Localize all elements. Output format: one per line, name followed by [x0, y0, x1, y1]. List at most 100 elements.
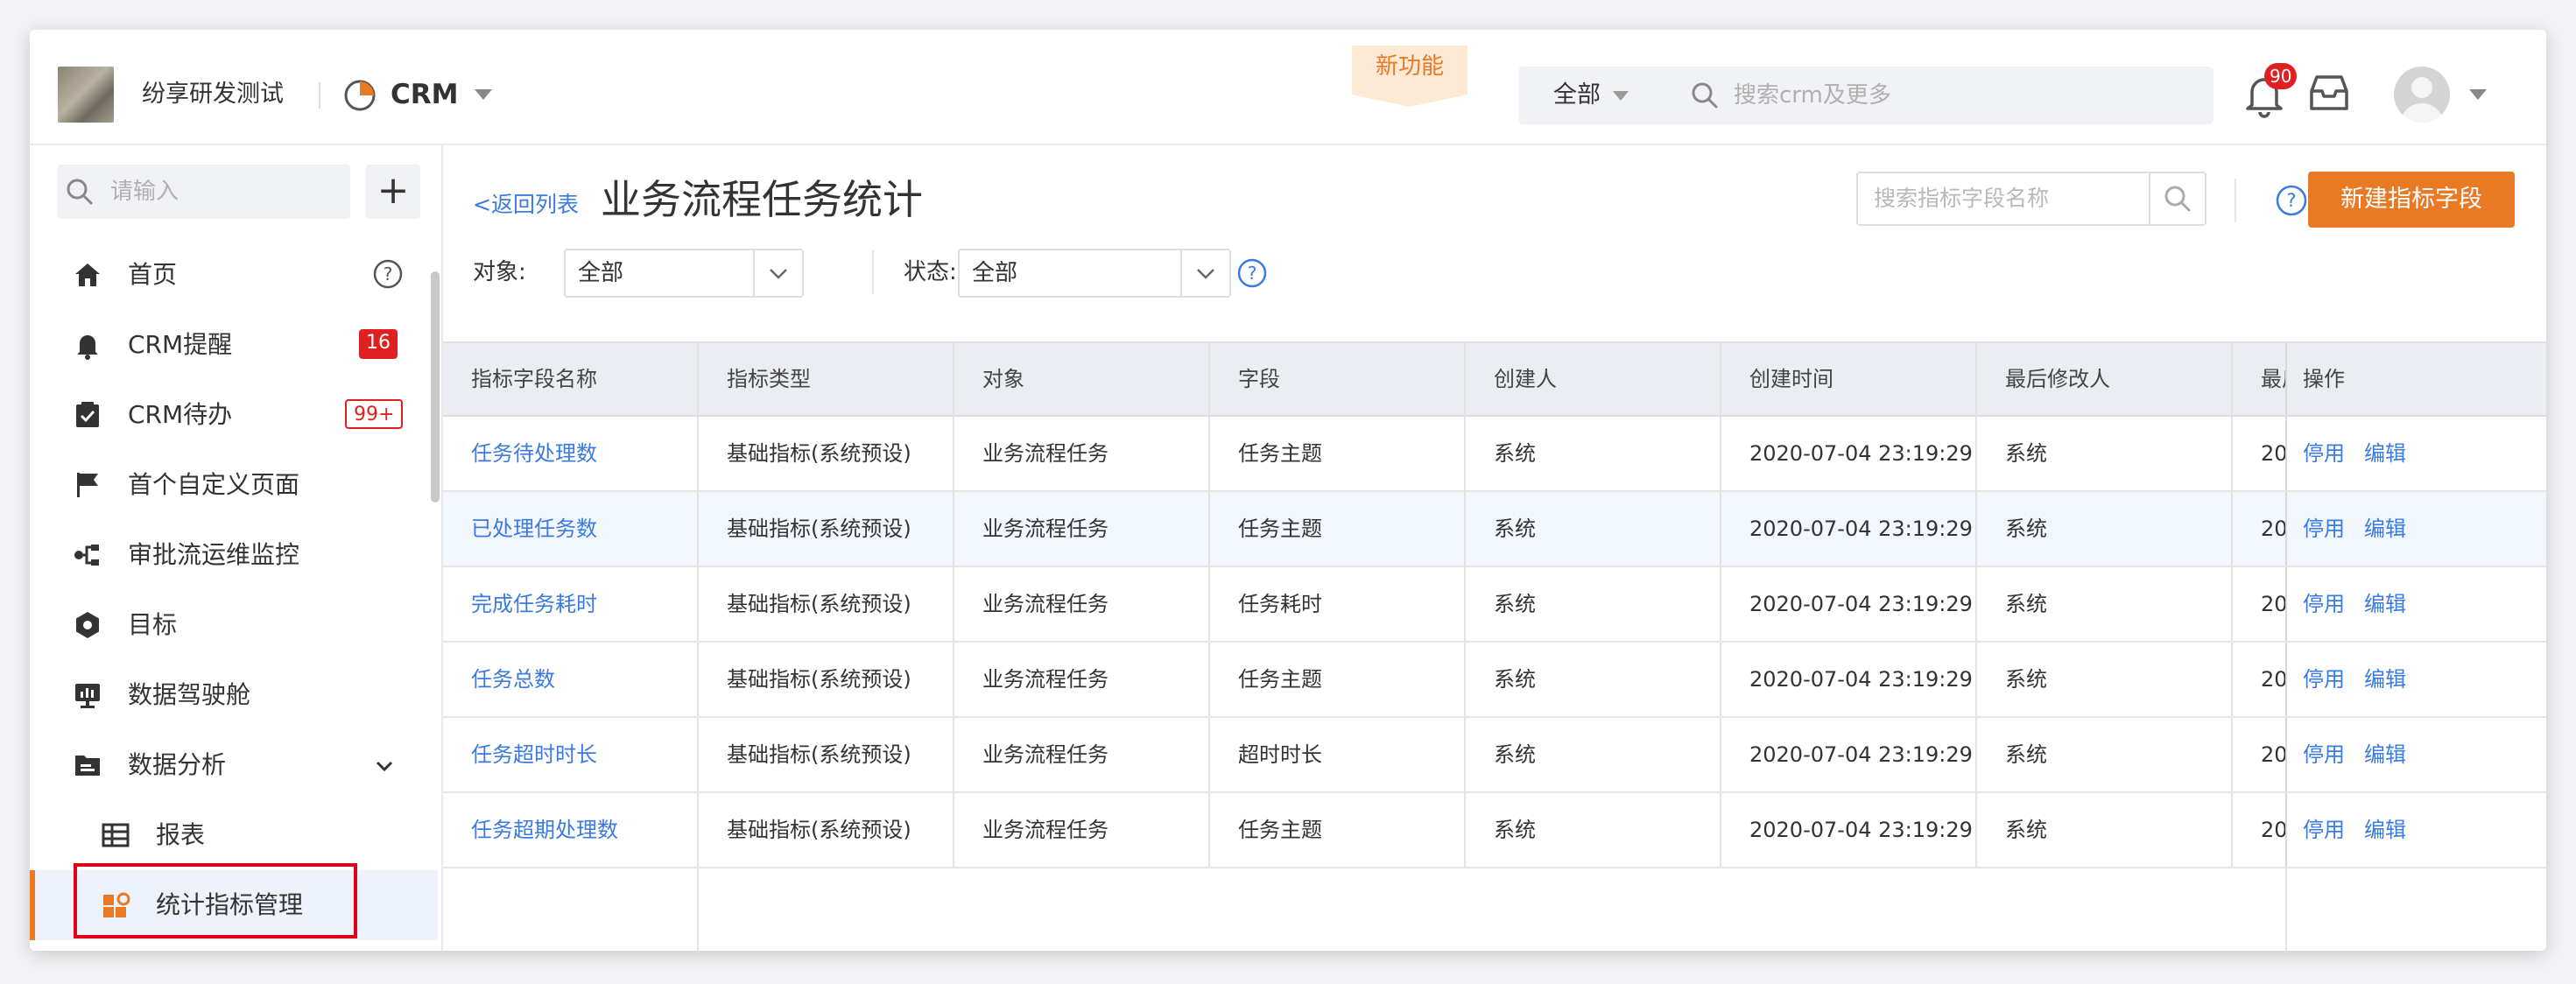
table-cell: 任务主题 — [1210, 492, 1466, 566]
sidebar-add-button[interactable]: + — [366, 165, 420, 219]
user-menu-caret-icon[interactable] — [2469, 89, 2487, 100]
sidebar-item-metrics-management[interactable]: 统计指标管理 — [30, 863, 438, 940]
table-cell: 任务主题 — [1210, 643, 1466, 716]
search-icon — [2164, 186, 2191, 212]
status-filter-toggle[interactable] — [1180, 250, 1229, 296]
home-icon — [75, 264, 100, 286]
table-cell: 2020-07-04 23:19:29 — [1721, 492, 1977, 566]
metric-name-link[interactable]: 任务超时时长 — [443, 718, 699, 791]
edit-link[interactable]: 编辑 — [2364, 592, 2406, 616]
sidebar-item-crm-todo[interactable]: CRM待办 99+ — [30, 380, 438, 450]
object-filter-select[interactable]: 全部 — [564, 249, 804, 298]
table-row[interactable]: 任务超时时长 基础指标(系统预设) 业务流程任务 超时时长 系统 2020-07-04 2… — [443, 718, 2546, 793]
table-cell: 基础指标(系统预设) — [699, 492, 954, 566]
edit-link[interactable]: 编辑 — [2364, 441, 2406, 466]
actions-cell: 停用 编辑 — [2285, 417, 2546, 490]
sidebar-item-crm-reminder[interactable]: CRM提醒 16 — [30, 310, 438, 380]
back-to-list-link[interactable]: <返回列表 — [473, 187, 579, 222]
edit-link[interactable]: 编辑 — [2364, 517, 2406, 541]
object-filter-toggle[interactable] — [753, 250, 802, 296]
column-header-actions: 操作 — [2285, 343, 2546, 415]
table-cell: 系统 — [1977, 492, 2233, 566]
column-header[interactable]: 最后修改人 — [1977, 343, 2233, 415]
actions-column-fill — [2285, 868, 2546, 951]
sidebar-item-custom-page[interactable]: 首个自定义页面 — [30, 450, 438, 520]
edit-link[interactable]: 编辑 — [2364, 667, 2406, 692]
table-icon — [102, 823, 130, 847]
metric-name-link[interactable]: 已处理任务数 — [443, 492, 699, 566]
column-header[interactable]: 创建人 — [1466, 343, 1721, 415]
search-scope-select[interactable]: 全部 — [1553, 67, 1601, 124]
sidebar-item-approval-monitor[interactable]: 审批流运维监控 — [30, 520, 438, 590]
disable-link[interactable]: 停用 — [2303, 667, 2345, 692]
sidebar-item-data-cockpit[interactable]: 数据驾驶舱 — [30, 660, 438, 730]
flag-icon — [77, 473, 98, 497]
help-icon[interactable]: ? — [1236, 257, 1268, 289]
todo-count-badge: 99+ — [345, 399, 404, 429]
actions-cell: 停用 编辑 — [2285, 793, 2546, 867]
edit-link[interactable]: 编辑 — [2364, 818, 2406, 842]
new-metric-field-button[interactable]: 新建指标字段 — [2308, 172, 2515, 228]
app-switcher[interactable]: CRM — [391, 75, 458, 114]
help-icon[interactable]: ? — [373, 259, 403, 289]
folder-icon — [75, 756, 100, 776]
search-scope-caret-icon[interactable] — [1613, 91, 1629, 101]
column-header[interactable]: 指标字段名称 — [443, 343, 699, 415]
metric-search[interactable]: 搜索指标字段名称 — [1856, 172, 2206, 226]
sidebar-item-data-analysis[interactable]: 数据分析 — [30, 730, 438, 800]
column-header[interactable]: 字段 — [1210, 343, 1466, 415]
table-cell: 系统 — [1466, 718, 1721, 791]
new-feature-tag[interactable]: 新功能 — [1352, 46, 1467, 107]
disable-link[interactable]: 停用 — [2303, 517, 2345, 541]
metric-name-link[interactable]: 任务总数 — [443, 643, 699, 716]
sidebar-search-icon — [67, 179, 93, 205]
column-header[interactable]: 对象 — [954, 343, 1210, 415]
metric-name-link[interactable]: 任务超期处理数 — [443, 793, 699, 867]
table-row[interactable]: 完成任务耗时 基础指标(系统预设) 业务流程任务 任务耗时 系统 2020-07-04 2… — [443, 567, 2546, 643]
table-row[interactable]: 已处理任务数 基础指标(系统预设) 业务流程任务 任务主题 系统 2020-07-04 2… — [443, 492, 2546, 567]
table-cell: 业务流程任务 — [954, 492, 1210, 566]
app-switcher-caret-icon[interactable] — [475, 89, 492, 100]
table-row[interactable]: 任务总数 基础指标(系统预设) 业务流程任务 任务主题 系统 2020-07-04 23:… — [443, 643, 2546, 718]
table-cell: 系统 — [1977, 643, 2233, 716]
metric-search-button[interactable] — [2149, 173, 2205, 224]
table-cell: 系统 — [1977, 567, 2233, 641]
edit-link[interactable]: 编辑 — [2364, 742, 2406, 767]
table-cell: 基础指标(系统预设) — [699, 567, 954, 641]
company-name[interactable]: 纷享研发测试 — [142, 75, 284, 114]
disable-link[interactable]: 停用 — [2303, 742, 2345, 767]
sidebar-item-label: 首个自定义页面 — [128, 470, 300, 499]
metric-name-link[interactable]: 完成任务耗时 — [443, 567, 699, 641]
flow-icon — [74, 545, 99, 566]
sidebar-search[interactable]: 请输入 — [58, 165, 350, 219]
inbox-icon[interactable] — [2306, 70, 2352, 116]
disable-link[interactable]: 停用 — [2303, 818, 2345, 842]
company-logo[interactable] — [58, 67, 114, 123]
metric-name-link[interactable]: 任务待处理数 — [443, 417, 699, 490]
table-row[interactable]: 任务超期处理数 基础指标(系统预设) 业务流程任务 任务主题 系统 2020-07-04 … — [443, 793, 2546, 868]
user-silhouette-icon — [2401, 77, 2443, 123]
global-search[interactable]: 全部 搜索crm及更多 — [1518, 67, 2214, 124]
table-cell: 系统 — [1466, 417, 1721, 490]
page-title: 业务流程任务统计 — [601, 176, 923, 223]
chevron-down-icon[interactable] — [375, 756, 394, 776]
disable-link[interactable]: 停用 — [2303, 592, 2345, 616]
sidebar-scrollbar[interactable] — [431, 271, 440, 503]
sidebar-item-reports[interactable]: 报表 — [30, 800, 438, 870]
column-header[interactable]: 创建时间 — [1721, 343, 1977, 415]
sidebar-item-goal[interactable]: 目标 — [30, 590, 438, 660]
disable-link[interactable]: 停用 — [2303, 441, 2345, 466]
user-avatar[interactable] — [2394, 67, 2450, 123]
metric-search-input[interactable]: 搜索指标字段名称 — [1874, 173, 2049, 224]
table-cell: 2020-07-04 23:19:29 — [1721, 793, 1977, 867]
status-filter-select[interactable]: 全部 — [958, 249, 1231, 298]
table-row[interactable]: 任务待处理数 基础指标(系统预设) 业务流程任务 任务主题 系统 2020-07-04 2… — [443, 417, 2546, 492]
app-window: 纷享研发测试 CRM 新功能 全部 搜索crm及更多 90 请输入 + 首页 ?… — [30, 30, 2546, 951]
help-icon[interactable]: ? — [2275, 184, 2308, 217]
sidebar-item-home[interactable]: 首页 ? — [30, 240, 438, 310]
global-search-input[interactable]: 搜索crm及更多 — [1734, 67, 1891, 124]
table-cell: 基础指标(系统预设) — [699, 718, 954, 791]
sidebar-search-input[interactable]: 请输入 — [110, 165, 179, 219]
column-header[interactable]: 指标类型 — [699, 343, 954, 415]
object-filter-label: 对象: — [473, 259, 526, 285]
